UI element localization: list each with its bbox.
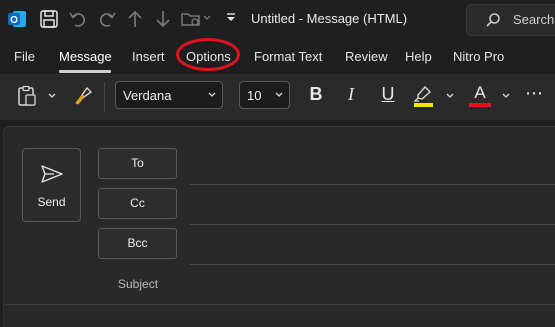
italic-button[interactable]: I [340,84,362,105]
send-button[interactable]: Send [22,148,81,222]
arrow-down-icon[interactable] [152,8,174,30]
cc-button[interactable]: Cc [98,188,177,219]
arrow-up-icon[interactable] [124,8,146,30]
customize-qat-icon[interactable] [226,12,236,24]
font-color-chevron-icon[interactable] [502,93,510,99]
compose-pane [3,126,555,327]
undo-icon[interactable] [67,8,89,30]
subject-field-separator [5,304,555,305]
font-color-button[interactable]: A [469,83,491,103]
search-icon [485,12,501,28]
font-size-dropdown[interactable]: 10 [239,81,290,109]
font-color-swatch [469,103,491,107]
window-title: Untitled - Message (HTML) [251,11,408,26]
bcc-field[interactable] [190,264,555,265]
tab-review[interactable]: Review [345,49,388,64]
search-box[interactable]: Search [466,4,555,36]
font-size-value: 10 [247,88,262,103]
send-icon [40,164,64,184]
outlook-icon: O [6,8,28,30]
bcc-button[interactable]: Bcc [98,228,177,259]
subject-label: Subject [118,277,159,291]
chevron-down-icon [208,92,216,98]
paste-options-chevron-icon[interactable] [48,93,56,99]
tab-help[interactable]: Help [405,49,432,64]
folder-move-icon[interactable] [180,8,202,30]
send-label: Send [37,195,66,209]
svg-text:O: O [10,15,18,26]
highlight-color-chevron-icon[interactable] [446,93,454,99]
underline-button[interactable]: U [377,84,399,105]
chevron-down-icon[interactable] [203,15,211,21]
options-highlight-circle [176,38,240,71]
tab-insert[interactable]: Insert [132,49,165,64]
tab-message[interactable]: Message [59,49,112,64]
search-label: Search [513,12,555,27]
chevron-down-icon [275,92,283,98]
highlighter-icon[interactable] [412,84,434,108]
font-name-value: Verdana [123,88,172,103]
font-name-dropdown[interactable]: Verdana [115,81,223,109]
more-options-icon[interactable]: ⋯ [523,83,545,104]
format-painter-icon[interactable] [72,85,94,107]
to-button[interactable]: To [98,148,177,179]
to-field[interactable] [190,184,555,185]
bold-button[interactable]: B [305,84,327,105]
save-icon[interactable] [38,8,60,30]
cc-field[interactable] [190,224,555,225]
active-tab-indicator [59,70,111,73]
redo-icon[interactable] [96,8,118,30]
tab-nitro-pro[interactable]: Nitro Pro [453,49,504,64]
ribbon-separator [104,82,105,112]
paste-icon[interactable] [17,85,37,107]
tab-format-text[interactable]: Format Text [254,49,322,64]
tab-file[interactable]: File [14,49,35,64]
